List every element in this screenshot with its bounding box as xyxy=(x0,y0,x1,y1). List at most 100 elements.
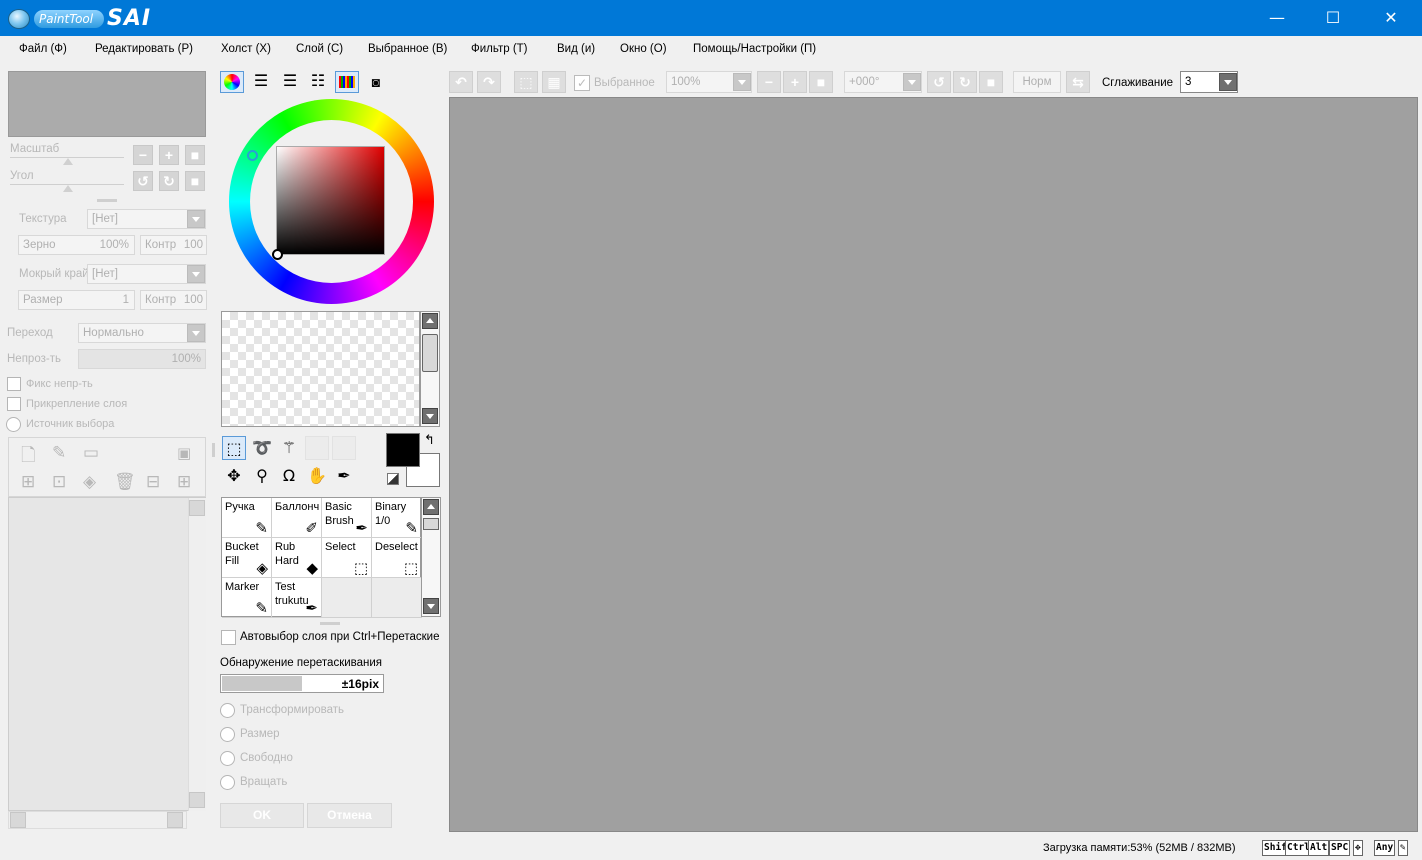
merge-visible-icon[interactable]: ⊞ xyxy=(177,472,191,492)
brush-slot-empty[interactable] xyxy=(322,578,372,618)
brush-slot-bucket-fill[interactable]: Bucket Fill ◈ xyxy=(222,538,272,578)
new-folder-icon[interactable]: ▭ xyxy=(83,443,99,463)
panel-splitter[interactable] xyxy=(97,199,117,202)
ok-button[interactable]: OK xyxy=(220,803,304,828)
rotate-reset-button[interactable]: ■ xyxy=(185,171,205,191)
menu-selection[interactable]: Выбранное (В) xyxy=(368,43,447,55)
brush-slot-pen[interactable]: Ручка ✎ xyxy=(222,498,272,538)
layer-list-vscroll[interactable] xyxy=(188,498,206,811)
resize-radio[interactable] xyxy=(220,727,235,742)
texture-dropdown-arrow[interactable] xyxy=(187,210,205,228)
hue-cursor[interactable] xyxy=(247,150,258,161)
brush-grid-vscroll[interactable] xyxy=(421,497,441,617)
maximize-button[interactable]: ☐ xyxy=(1304,0,1362,36)
wet-edge-dropdown-arrow[interactable] xyxy=(187,265,205,283)
tab-swatches[interactable] xyxy=(335,71,359,93)
menu-help-settings[interactable]: Помощь/Настройки (П) xyxy=(693,43,816,55)
selection-tool-icon[interactable]: ⬚ xyxy=(222,436,246,460)
menu-edit[interactable]: Редактировать (Р) xyxy=(95,43,193,55)
brush-slot-select[interactable]: Select ⬚ xyxy=(322,538,372,578)
scale-slider-handle[interactable] xyxy=(63,158,73,165)
brush-slot-deselect[interactable]: Deselect ⬚ xyxy=(372,538,422,578)
contrast-field[interactable]: Контр 100 xyxy=(140,235,207,255)
redo-button[interactable]: ↷ xyxy=(477,71,501,93)
brush-slot-binary[interactable]: Binary 1/0 ✎ xyxy=(372,498,422,538)
navigator-preview[interactable] xyxy=(8,71,206,137)
brush-slot-airbrush[interactable]: Баллонч ✐ xyxy=(272,498,322,538)
canvas-rotate-reset-button[interactable]: ■ xyxy=(979,71,1003,93)
show-selection-checkbox[interactable]: ✓ xyxy=(574,75,590,91)
menu-window[interactable]: Окно (О) xyxy=(620,43,667,55)
layer-list-scroll-right[interactable] xyxy=(167,812,183,828)
rotate-tool-icon[interactable]: Ω xyxy=(277,464,301,488)
flip-canvas-button[interactable]: ⇆ xyxy=(1066,71,1090,93)
sv-cursor[interactable] xyxy=(272,249,283,260)
layer-list-scroll-left[interactable] xyxy=(10,812,26,828)
canvas-angle-dropdown-arrow[interactable] xyxy=(903,73,921,91)
tab-color-mixer[interactable]: ☷ xyxy=(306,71,330,93)
lasso-tool-icon[interactable]: ➰ xyxy=(250,436,274,460)
canvas-rotate-right-button[interactable]: ↻ xyxy=(953,71,977,93)
auto-select-layer-checkbox[interactable] xyxy=(221,630,236,645)
menu-view[interactable]: Вид (и) xyxy=(557,43,595,55)
free-transform-radio[interactable] xyxy=(220,751,235,766)
move-tool-icon[interactable]: ✥ xyxy=(222,464,246,488)
foreground-color-swatch[interactable] xyxy=(386,433,420,467)
brush-scroll-down[interactable] xyxy=(423,598,439,614)
angle-slider-handle[interactable] xyxy=(63,185,73,192)
zoom-tool-icon[interactable]: ⚲ xyxy=(250,464,274,488)
brush-slot-rub-hard[interactable]: Rub Hard ◆ xyxy=(272,538,322,578)
merge-down-icon[interactable]: ⊡ xyxy=(52,472,66,492)
size-field[interactable]: Размер 1 xyxy=(18,290,135,310)
brush-slot-empty[interactable] xyxy=(372,578,422,618)
swap-colors-icon[interactable]: ↰ xyxy=(424,432,435,448)
blend-dropdown-arrow[interactable] xyxy=(187,324,205,342)
view-mode-button[interactable]: Норм xyxy=(1013,71,1061,93)
menu-filter[interactable]: Фильтр (Т) xyxy=(471,43,528,55)
tools-splitter[interactable] xyxy=(212,443,215,457)
tab-rgb-sliders[interactable]: ☰ xyxy=(249,71,273,93)
delete-layer-icon[interactable]: 🗑 xyxy=(114,472,136,492)
tab-color-wheel[interactable] xyxy=(220,71,244,93)
reset-colors-icon[interactable] xyxy=(387,473,399,485)
swatch-vscroll[interactable] xyxy=(420,311,440,427)
apply-mask-icon[interactable]: ⊟ xyxy=(146,472,160,492)
contrast2-field[interactable]: Контр 100 xyxy=(140,290,207,310)
hand-tool-icon[interactable]: ✋ xyxy=(305,464,329,488)
close-button[interactable]: ✕ xyxy=(1362,0,1420,36)
brush-scroll-up[interactable] xyxy=(423,499,439,515)
menu-canvas[interactable]: Холст (Х) xyxy=(221,43,271,55)
menu-file[interactable]: Файл (Ф) xyxy=(19,43,67,55)
selection-source-radio[interactable] xyxy=(6,417,21,432)
tab-hsv-sliders[interactable]: ☰ xyxy=(278,71,302,93)
canvas-area[interactable] xyxy=(449,97,1418,832)
transform-radio[interactable] xyxy=(220,703,235,718)
minimize-button[interactable]: — xyxy=(1248,0,1306,36)
brush-slot-test[interactable]: Test trukutu ✒ xyxy=(272,578,322,618)
swatch-area[interactable] xyxy=(221,311,420,427)
rotate-radio[interactable] xyxy=(220,775,235,790)
layer-option-icon[interactable]: ▣ xyxy=(177,444,191,462)
tab-scratchpad[interactable]: ◙ xyxy=(364,71,388,93)
canvas-zoom-out-button[interactable]: − xyxy=(757,71,781,93)
layer-list-scroll-up[interactable] xyxy=(189,500,205,516)
undo-button[interactable]: ↶ xyxy=(449,71,473,93)
invert-selection-button[interactable]: ▦ xyxy=(542,71,566,93)
swatch-scroll-down[interactable] xyxy=(422,408,438,424)
zoom-in-button[interactable]: + xyxy=(159,145,179,165)
new-linework-layer-icon[interactable]: ✎ xyxy=(52,443,66,463)
canvas-zoom-reset-button[interactable]: ■ xyxy=(809,71,833,93)
brush-panel-splitter[interactable] xyxy=(320,622,340,625)
new-layer-icon[interactable]: 🗋 xyxy=(21,443,35,473)
zoom-reset-button[interactable]: ■ xyxy=(185,145,205,165)
cancel-button[interactable]: Отмена xyxy=(307,803,392,828)
eyedropper-tool-icon[interactable]: ✒ xyxy=(332,464,356,488)
swatch-scroll-thumb[interactable] xyxy=(422,334,438,372)
layer-list-hscroll[interactable] xyxy=(8,811,187,829)
zoom-level-dropdown-arrow[interactable] xyxy=(733,73,751,91)
opacity-slider[interactable]: 100% xyxy=(78,349,206,369)
canvas-rotate-left-button[interactable]: ↺ xyxy=(927,71,951,93)
transfer-down-icon[interactable]: ⊞ xyxy=(21,472,35,492)
layer-list[interactable] xyxy=(8,497,206,811)
brush-slot-basic-brush[interactable]: Basic Brush ✒ xyxy=(322,498,372,538)
